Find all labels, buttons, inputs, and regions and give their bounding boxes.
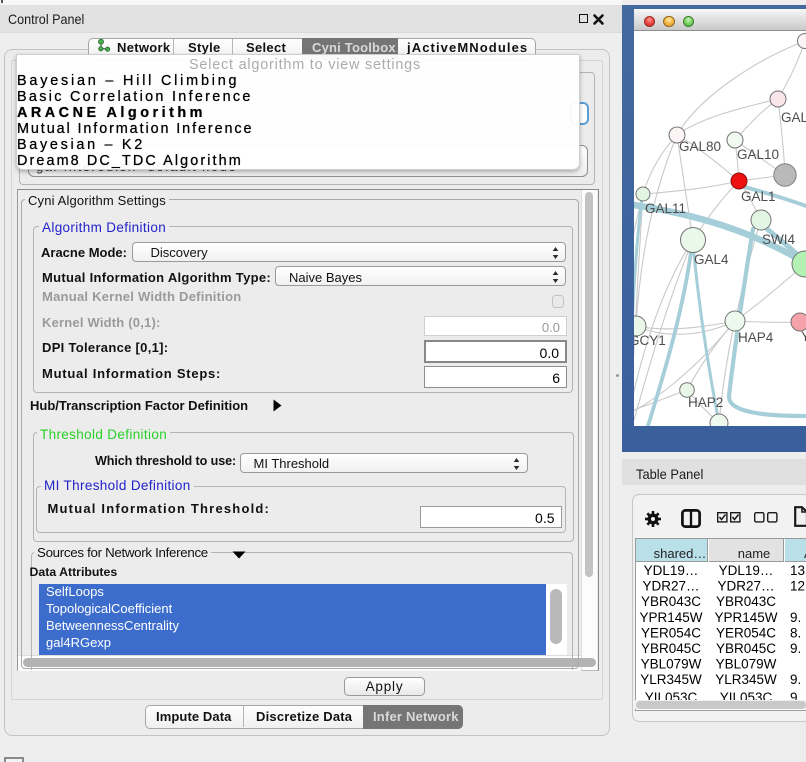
svg-text:YBR043C: YBR043C <box>716 594 776 609</box>
svg-text:GAL10: GAL10 <box>737 147 779 162</box>
svg-text:HAP4: HAP4 <box>738 330 774 345</box>
svg-text:YBL079W: YBL079W <box>641 657 702 672</box>
svg-text:YPR145W: YPR145W <box>639 610 702 625</box>
svg-text:YDL19…: YDL19… <box>644 563 699 578</box>
svg-text:GAL80: GAL80 <box>679 139 721 154</box>
svg-text:YDL19…: YDL19… <box>719 563 774 578</box>
svg-text:GAL: GAL <box>781 110 806 125</box>
svg-text:9.: 9. <box>790 610 801 625</box>
svg-text:8.: 8. <box>790 625 801 640</box>
svg-text:HAP2: HAP2 <box>688 395 723 410</box>
svg-text:YBR043C: YBR043C <box>641 594 701 609</box>
svg-text:YLR345W: YLR345W <box>715 672 777 687</box>
svg-text:GAL11: GAL11 <box>645 201 686 216</box>
svg-text:YBR045C: YBR045C <box>641 641 701 656</box>
svg-text:YBL079W: YBL079W <box>716 657 777 672</box>
svg-text:SWI4: SWI4 <box>762 232 795 247</box>
svg-text:YDR27…: YDR27… <box>642 579 699 594</box>
svg-text:12: 12 <box>790 579 805 594</box>
svg-text:9.: 9. <box>790 672 801 687</box>
svg-text:9.: 9. <box>790 690 801 700</box>
svg-text:YER054C: YER054C <box>641 625 701 640</box>
svg-text:YBR045C: YBR045C <box>716 641 776 656</box>
svg-text:GCY1: GCY1 <box>634 333 666 348</box>
svg-text:YIL053C: YIL053C <box>720 690 773 700</box>
svg-text:YDR27…: YDR27… <box>717 579 774 594</box>
svg-text:GAL4: GAL4 <box>694 252 729 267</box>
svg-text:GAL1: GAL1 <box>741 189 776 204</box>
svg-text:YER054C: YER054C <box>716 625 776 640</box>
svg-text:YPR145W: YPR145W <box>714 610 777 625</box>
svg-text:9.: 9. <box>790 641 801 656</box>
svg-text:13: 13 <box>790 563 805 578</box>
svg-text:YIL053C: YIL053C <box>645 690 698 700</box>
svg-text:Y: Y <box>801 329 806 344</box>
svg-text:YLR345W: YLR345W <box>640 672 702 687</box>
